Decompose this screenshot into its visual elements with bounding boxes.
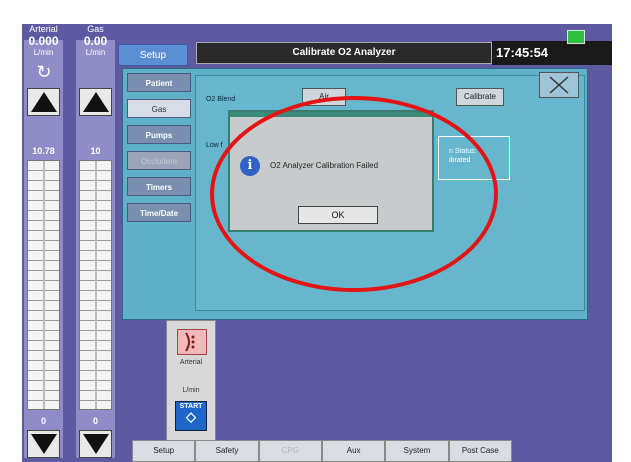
ok-button[interactable]: OK xyxy=(298,206,378,224)
arterial-pump-box: Arterial L/min START ◇ xyxy=(166,320,216,460)
calibration-failed-dialog: i O2 Analyzer Calibration Failed OK xyxy=(228,110,434,232)
tab-aux[interactable]: Aux xyxy=(321,440,386,462)
triangle-up-icon xyxy=(82,92,109,112)
tab-cpg: CPG xyxy=(258,440,322,462)
menu-item-time-date[interactable]: Time/Date xyxy=(127,203,191,222)
clock-time: 17:45:54 xyxy=(496,45,549,60)
start-button[interactable]: START ◇ xyxy=(175,401,207,431)
status-line-2: ibrated xyxy=(449,157,471,164)
gas-slider[interactable] xyxy=(79,160,112,410)
pump-label: Arterial xyxy=(179,359,203,366)
tab-setup[interactable]: Setup xyxy=(132,440,196,462)
arterial-up-button[interactable] xyxy=(27,88,60,116)
gas-unit: L/min xyxy=(85,48,106,57)
dialog-title-bar xyxy=(230,112,432,117)
gas-down-button[interactable] xyxy=(79,430,112,458)
menu-item-timers[interactable]: Timers xyxy=(127,177,191,196)
pump-icon[interactable] xyxy=(177,329,207,355)
menu-item-occluders: Occluders xyxy=(127,151,191,170)
menu-item-gas[interactable]: Gas xyxy=(127,99,191,118)
battery-icon xyxy=(567,30,585,44)
dialog-message: O2 Analyzer Calibration Failed xyxy=(270,161,379,170)
arterial-header: Arterial xyxy=(29,24,58,34)
arterial-value: 10.78 xyxy=(32,146,55,156)
menu-item-patient[interactable]: Patient xyxy=(127,73,191,92)
calibrate-button[interactable]: Calibrate xyxy=(456,88,504,106)
info-icon: i xyxy=(240,156,260,176)
arterial-readout: 0.000 xyxy=(28,34,59,48)
gas-readout: 0.00 xyxy=(83,34,108,48)
arterial-column: Arterial 0.000 L/min ↻ 10.78 0 xyxy=(24,24,63,458)
bottom-tab-bar: Setup Safety CPG Aux System Post Case xyxy=(132,440,512,462)
pump-unit: L/min xyxy=(182,387,200,394)
arterial-unit: L/min xyxy=(33,48,54,57)
tab-safety[interactable]: Safety xyxy=(195,440,259,462)
arterial-down-button[interactable] xyxy=(27,430,60,458)
triangle-down-icon xyxy=(82,434,109,454)
air-button[interactable]: Air xyxy=(302,88,346,106)
gas-column: Gas 0.00 L/min 10 0 xyxy=(76,24,115,458)
pump-head-icon xyxy=(185,332,195,352)
triangle-up-icon xyxy=(30,92,57,112)
clock: 17:45:54 xyxy=(492,41,612,65)
low-flow-label: Low f xyxy=(206,142,223,149)
close-button[interactable] xyxy=(539,72,579,98)
gas-value: 10 xyxy=(90,146,101,156)
device-screen: Arterial 0.000 L/min ↻ 10.78 0 Gas 0.00 … xyxy=(22,24,612,462)
o2-blender-label: O2 Blend xyxy=(206,96,236,103)
tab-system[interactable]: System xyxy=(385,440,449,462)
arterial-bottom-value: 0 xyxy=(40,416,46,426)
status-line-1: n Status: xyxy=(449,148,477,155)
gas-bottom-value: 0 xyxy=(92,416,98,426)
page-title: Calibrate O2 Analyzer xyxy=(196,42,492,64)
setup-tab[interactable]: Setup xyxy=(118,44,188,66)
gas-header: Gas xyxy=(87,24,104,34)
triangle-down-icon xyxy=(30,434,57,454)
arterial-slider[interactable] xyxy=(27,160,60,410)
tab-post-case[interactable]: Post Case xyxy=(448,440,512,462)
calibration-status-box: n Status: ibrated xyxy=(438,136,510,180)
diamond-icon: ◇ xyxy=(186,409,196,424)
rotate-icon[interactable]: ↻ xyxy=(34,62,54,82)
close-icon xyxy=(549,76,569,94)
gas-up-button[interactable] xyxy=(79,88,112,116)
menu-item-pumps[interactable]: Pumps xyxy=(127,125,191,144)
